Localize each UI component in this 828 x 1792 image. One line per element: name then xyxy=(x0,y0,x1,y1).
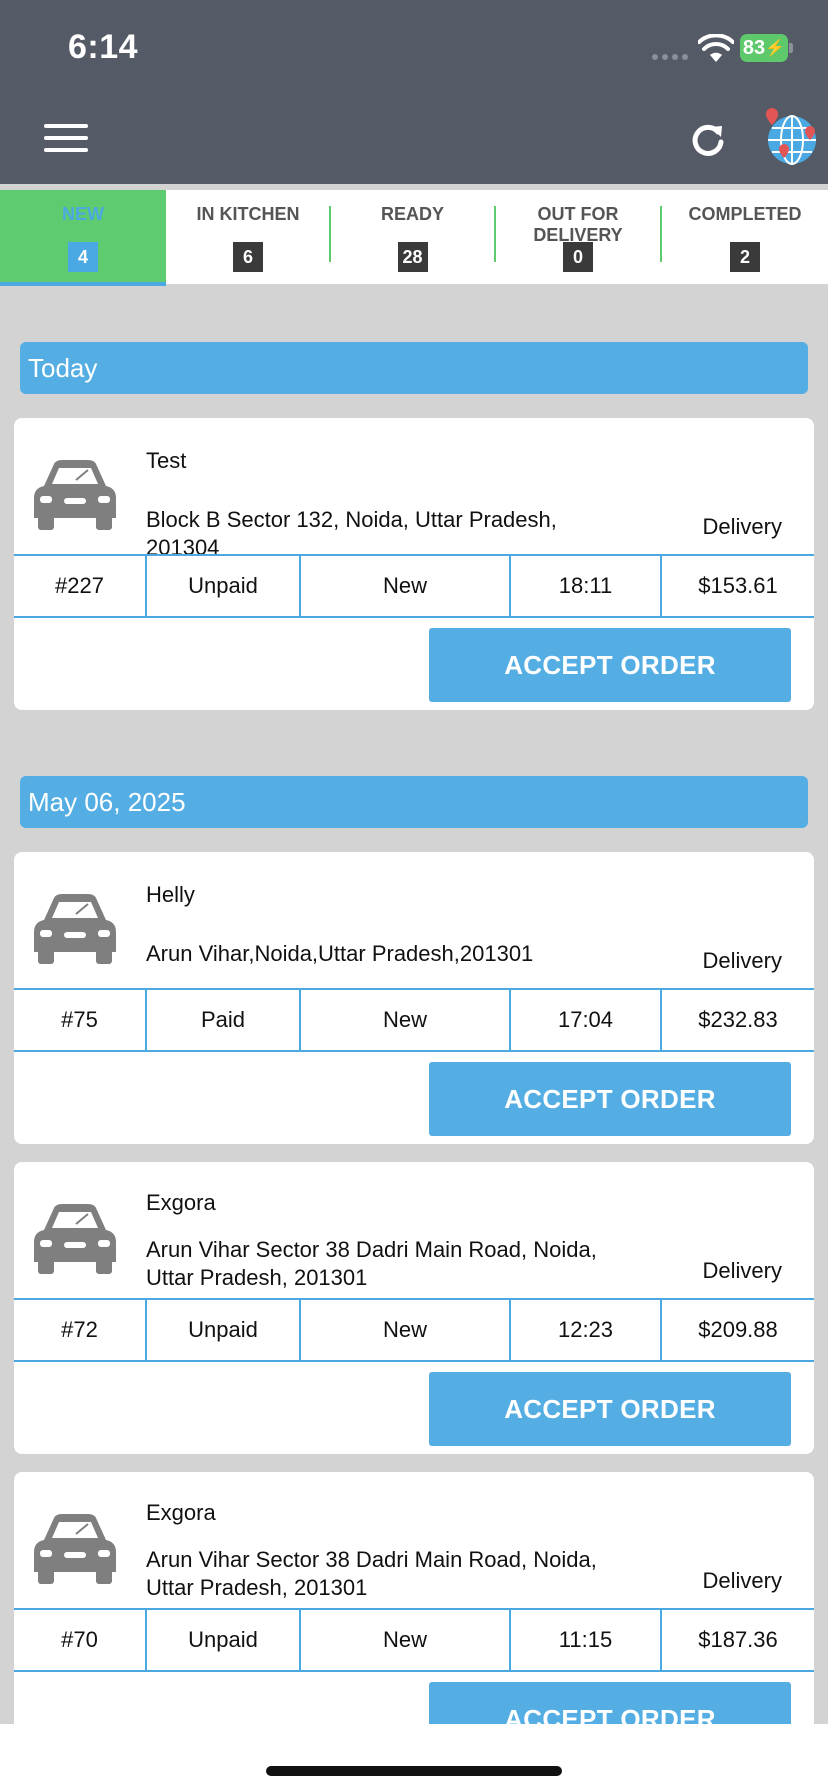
customer-address: Arun Vihar Sector 38 Dadri Main Road, No… xyxy=(146,1237,597,1290)
order-time: 11:15 xyxy=(511,1610,662,1670)
date-section-header: Today xyxy=(20,342,808,394)
tab-count-badge: 4 xyxy=(68,242,98,272)
order-status: New xyxy=(301,990,511,1050)
app-header: 6:14 83 ⚡ xyxy=(0,0,828,184)
order-info-row: #72 Unpaid New 12:23 $209.88 xyxy=(14,1298,814,1362)
status-time: 6:14 xyxy=(68,28,139,66)
accept-order-button[interactable]: ACCEPT ORDER xyxy=(429,1062,791,1136)
order-card[interactable]: Exgora Arun Vihar Sector 38 Dadri Main R… xyxy=(14,1162,814,1454)
hamburger-menu-icon[interactable] xyxy=(44,120,92,156)
order-status: New xyxy=(301,556,511,616)
tab-label: NEW xyxy=(62,204,104,224)
order-info-row: #75 Paid New 17:04 $232.83 xyxy=(14,988,814,1052)
order-type: Delivery xyxy=(702,1568,782,1593)
cellular-signal-icon xyxy=(652,54,688,60)
tab-in-kitchen[interactable]: IN KITCHEN 6 xyxy=(166,190,330,284)
customer-name: Exgora xyxy=(146,1500,216,1525)
order-total: $153.61 xyxy=(698,573,778,598)
accept-order-button[interactable]: ACCEPT ORDER xyxy=(429,628,791,702)
tab-ready[interactable]: READY 28 xyxy=(331,190,494,284)
order-time: 12:23 xyxy=(511,1300,662,1360)
wifi-icon xyxy=(698,34,734,62)
order-status: New xyxy=(301,1610,511,1670)
tab-label: IN KITCHEN xyxy=(196,204,300,224)
tab-count-badge: 28 xyxy=(397,242,428,272)
order-status: New xyxy=(301,1300,511,1360)
tab-count-badge: 2 xyxy=(730,242,760,272)
order-number: #227 xyxy=(14,556,147,616)
customer-name: Test xyxy=(146,448,187,473)
car-icon xyxy=(34,460,116,530)
tab-label: OUT FOR DELIVERY xyxy=(533,204,623,245)
customer-address: Arun Vihar Sector 38 Dadri Main Road, No… xyxy=(146,1547,597,1600)
payment-status: Unpaid xyxy=(147,1300,301,1360)
order-number: #72 xyxy=(14,1300,147,1360)
order-time: 17:04 xyxy=(511,990,662,1050)
refresh-icon[interactable] xyxy=(686,118,730,162)
tab-new[interactable]: NEW 4 xyxy=(0,190,166,286)
order-type: Delivery xyxy=(702,514,782,539)
customer-address: Arun Vihar,Noida,Uttar Pradesh,201301 xyxy=(146,941,534,966)
order-total: $232.83 xyxy=(698,1007,778,1032)
tab-label: COMPLETED xyxy=(688,204,802,224)
order-total: $209.88 xyxy=(698,1317,778,1342)
order-card[interactable]: Test Block B Sector 132, Noida, Uttar Pr… xyxy=(14,418,814,710)
tab-label: READY xyxy=(380,204,444,224)
home-indicator[interactable] xyxy=(266,1766,562,1776)
bottom-safe-area xyxy=(0,1724,828,1792)
order-number: #70 xyxy=(14,1610,147,1670)
tab-completed[interactable]: COMPLETED 2 xyxy=(662,190,828,284)
payment-status: Unpaid xyxy=(147,1610,301,1670)
tab-count-badge: 0 xyxy=(563,242,593,272)
payment-status: Unpaid xyxy=(147,556,301,616)
globe-pin-icon[interactable] xyxy=(762,106,818,168)
order-info-row: #70 Unpaid New 11:15 $187.36 xyxy=(14,1608,814,1672)
accept-order-button[interactable]: ACCEPT ORDER xyxy=(429,1372,791,1446)
tab-count-badge: 6 xyxy=(233,242,263,272)
tab-out-for-delivery[interactable]: OUT FOR DELIVERY 0 xyxy=(496,190,660,284)
order-type: Delivery xyxy=(702,948,782,973)
battery-icon: 83 ⚡ xyxy=(740,34,793,62)
order-number: #75 xyxy=(14,990,147,1050)
order-total: $187.36 xyxy=(698,1627,778,1652)
order-info-row: #227 Unpaid New 18:11 $153.61 xyxy=(14,554,814,618)
date-section-header: May 06, 2025 xyxy=(20,776,808,828)
car-icon xyxy=(34,1514,116,1584)
car-icon xyxy=(34,1204,116,1274)
order-time: 18:11 xyxy=(511,556,662,616)
order-card[interactable]: Helly Arun Vihar,Noida,Uttar Pradesh,201… xyxy=(14,852,814,1144)
payment-status: Paid xyxy=(147,990,301,1050)
order-type: Delivery xyxy=(702,1258,782,1283)
battery-level: 83 xyxy=(742,36,766,59)
car-icon xyxy=(34,894,116,964)
customer-name: Exgora xyxy=(146,1190,216,1215)
customer-name: Helly xyxy=(146,882,195,907)
order-card[interactable]: Exgora Arun Vihar Sector 38 Dadri Main R… xyxy=(14,1472,814,1764)
order-status-tabs: NEW 4 IN KITCHEN 6 READY 28 OUT FOR DELI… xyxy=(0,190,828,286)
